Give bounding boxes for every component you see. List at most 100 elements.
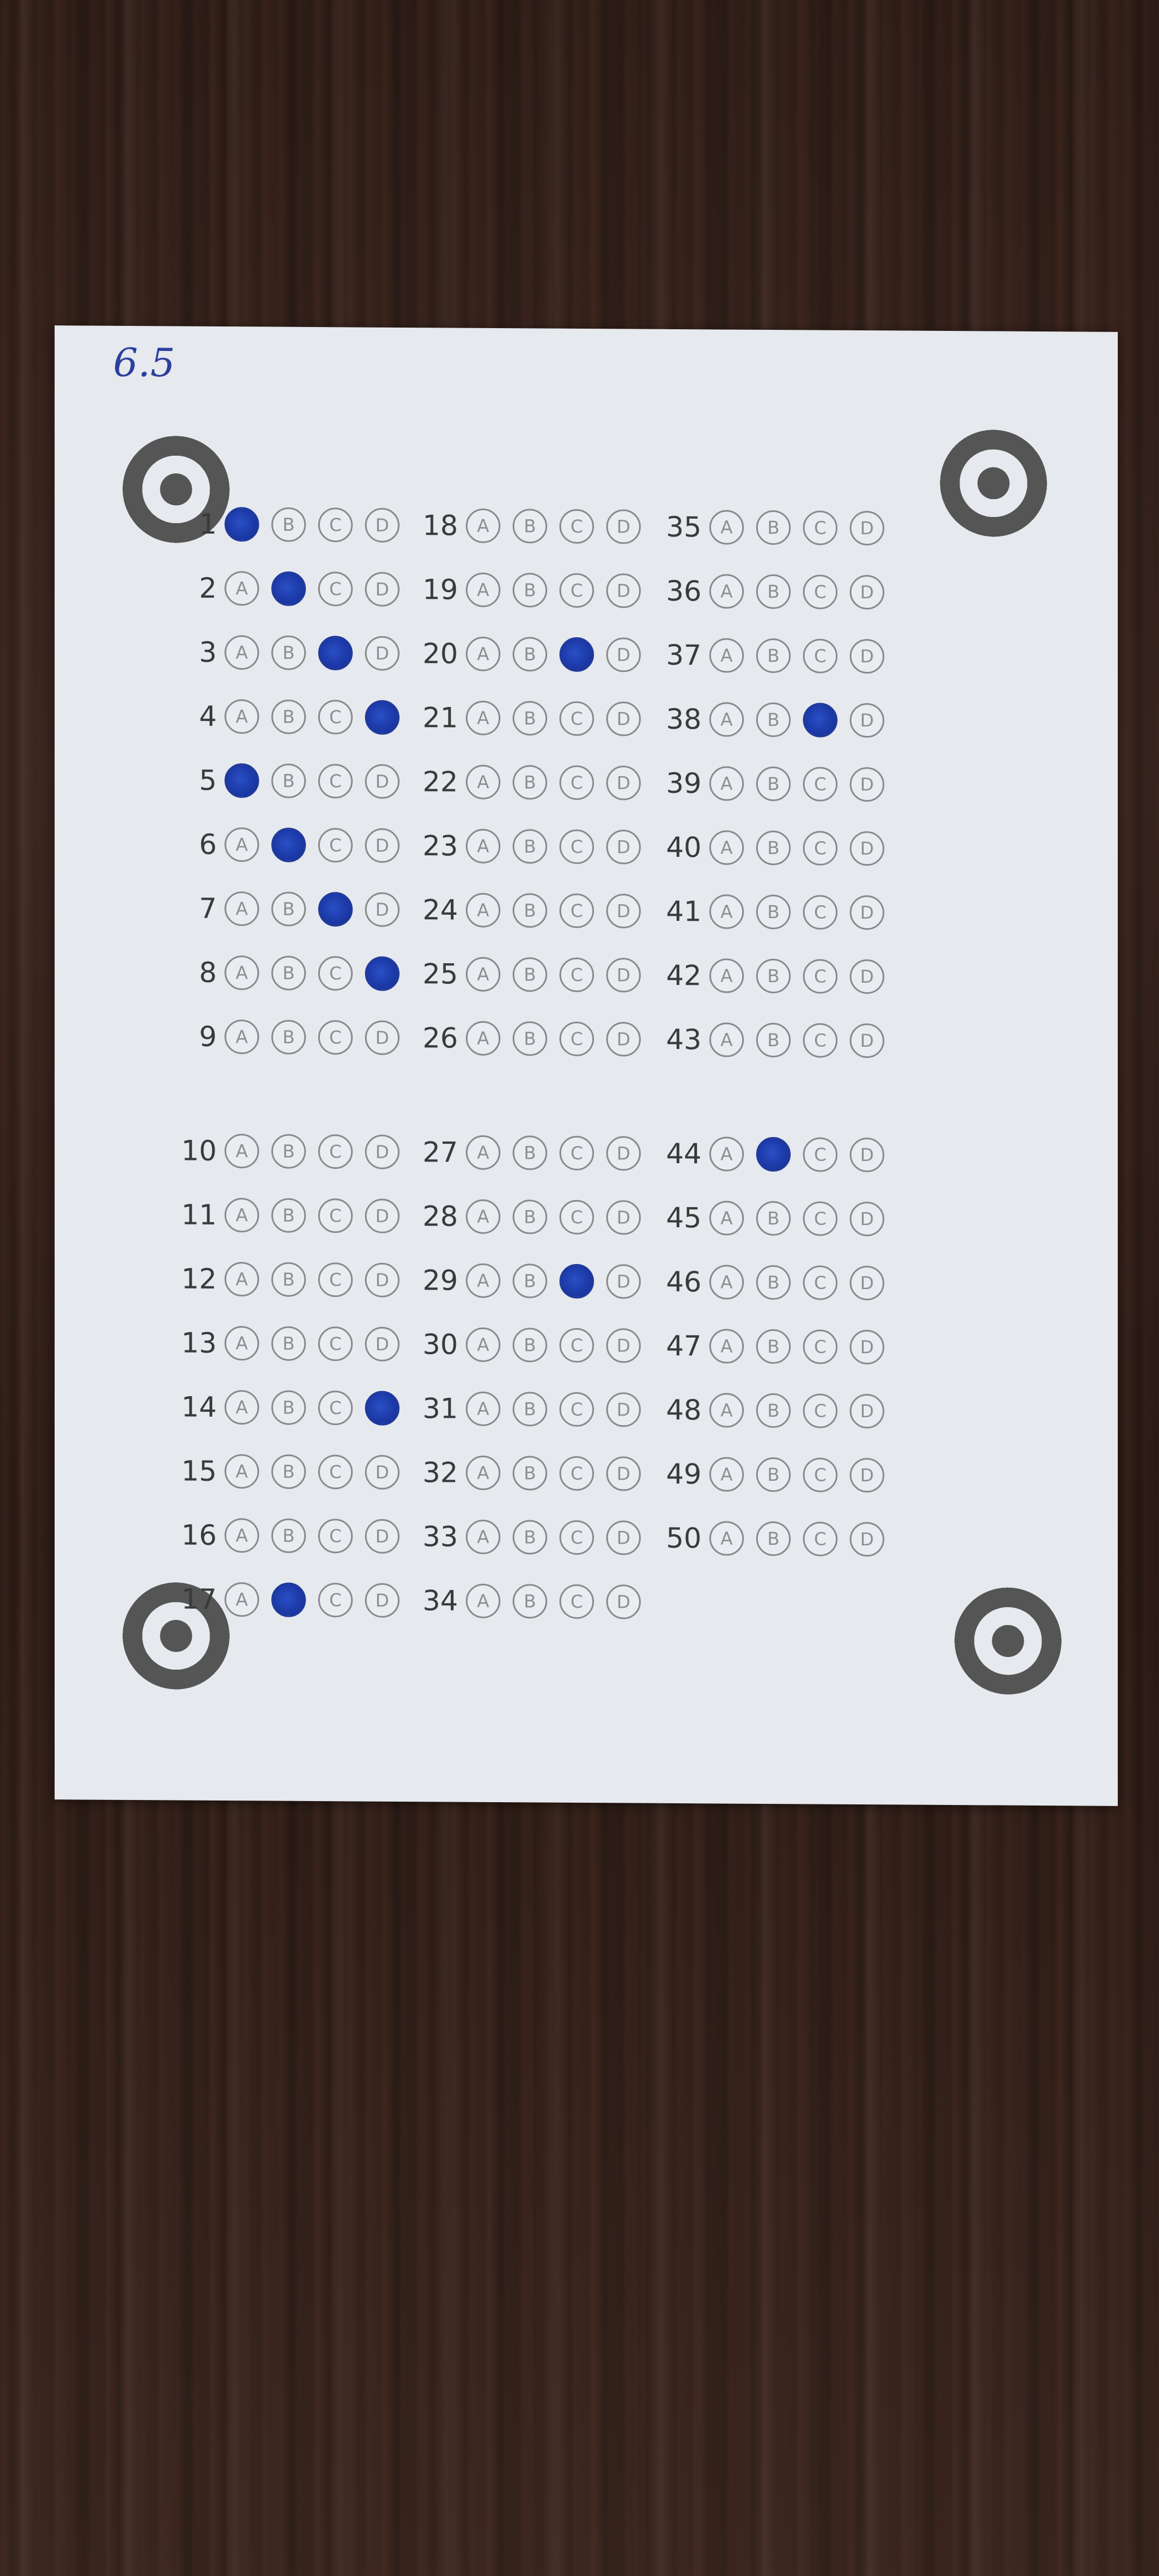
answer-bubble-d[interactable]: D bbox=[850, 831, 884, 866]
answer-bubble-d[interactable]: D bbox=[850, 1265, 884, 1301]
answer-bubble-a[interactable]: A bbox=[466, 572, 500, 608]
answer-bubble-a[interactable]: A bbox=[466, 1455, 500, 1491]
answer-bubble-a[interactable]: A bbox=[466, 828, 500, 864]
answer-bubble-b[interactable]: B bbox=[756, 1136, 791, 1172]
answer-bubble-b[interactable]: B bbox=[756, 574, 791, 609]
answer-bubble-c[interactable]: C bbox=[318, 1391, 353, 1426]
answer-bubble-b[interactable]: B bbox=[271, 1262, 306, 1297]
answer-bubble-a[interactable]: A bbox=[709, 1457, 744, 1492]
answer-bubble-d[interactable]: D bbox=[365, 1583, 400, 1618]
answer-bubble-a[interactable]: A bbox=[225, 507, 259, 542]
answer-bubble-c[interactable]: C bbox=[559, 637, 594, 672]
answer-bubble-c[interactable]: C bbox=[559, 957, 594, 993]
answer-bubble-c[interactable]: C bbox=[559, 765, 594, 801]
answer-bubble-a[interactable]: A bbox=[466, 1583, 500, 1619]
answer-bubble-d[interactable]: D bbox=[365, 1198, 400, 1233]
answer-bubble-c[interactable]: C bbox=[803, 574, 837, 609]
answer-bubble-b[interactable]: B bbox=[756, 958, 791, 994]
answer-bubble-c[interactable]: C bbox=[318, 1020, 353, 1055]
answer-bubble-d[interactable]: D bbox=[365, 764, 400, 799]
answer-bubble-a[interactable]: A bbox=[466, 1135, 500, 1170]
answer-bubble-c[interactable]: C bbox=[318, 1262, 353, 1297]
answer-bubble-b[interactable]: B bbox=[756, 1329, 791, 1364]
answer-bubble-a[interactable]: A bbox=[225, 571, 259, 606]
answer-bubble-c[interactable]: C bbox=[803, 1521, 837, 1557]
answer-bubble-a[interactable]: A bbox=[709, 638, 744, 673]
answer-bubble-c[interactable]: C bbox=[318, 700, 353, 735]
answer-bubble-d[interactable]: D bbox=[606, 894, 641, 929]
answer-bubble-b[interactable]: B bbox=[756, 1265, 791, 1300]
answer-bubble-b[interactable]: B bbox=[513, 893, 547, 928]
answer-bubble-a[interactable]: A bbox=[225, 1198, 259, 1233]
answer-bubble-c[interactable]: C bbox=[559, 1135, 594, 1171]
answer-bubble-a[interactable]: A bbox=[225, 1582, 259, 1617]
answer-bubble-b[interactable]: B bbox=[271, 1134, 306, 1169]
answer-bubble-b[interactable]: B bbox=[513, 509, 547, 544]
answer-bubble-b[interactable]: B bbox=[513, 1199, 547, 1235]
answer-bubble-d[interactable]: D bbox=[365, 1262, 400, 1297]
answer-bubble-d[interactable]: D bbox=[850, 895, 884, 930]
answer-bubble-d[interactable]: D bbox=[365, 828, 400, 863]
answer-bubble-d[interactable]: D bbox=[606, 958, 641, 993]
answer-bubble-a[interactable]: A bbox=[466, 1021, 500, 1056]
answer-bubble-a[interactable]: A bbox=[225, 763, 259, 798]
answer-bubble-a[interactable]: A bbox=[466, 1199, 500, 1235]
answer-bubble-c[interactable]: C bbox=[803, 959, 837, 994]
answer-bubble-d[interactable]: D bbox=[850, 638, 884, 674]
answer-bubble-d[interactable]: D bbox=[606, 830, 641, 865]
answer-bubble-d[interactable]: D bbox=[365, 508, 400, 543]
answer-bubble-a[interactable]: A bbox=[709, 830, 744, 865]
answer-bubble-c[interactable]: C bbox=[803, 1393, 837, 1428]
answer-bubble-b[interactable]: B bbox=[271, 1198, 306, 1233]
answer-bubble-a[interactable]: A bbox=[225, 827, 259, 862]
answer-bubble-a[interactable]: A bbox=[709, 1201, 744, 1236]
answer-bubble-b[interactable]: B bbox=[513, 1392, 547, 1427]
answer-bubble-d[interactable]: D bbox=[365, 1391, 400, 1426]
answer-bubble-b[interactable]: B bbox=[271, 1582, 306, 1617]
answer-bubble-d[interactable]: D bbox=[606, 1584, 641, 1619]
answer-bubble-a[interactable]: A bbox=[466, 1327, 500, 1363]
answer-bubble-a[interactable]: A bbox=[225, 1390, 259, 1425]
answer-bubble-a[interactable]: A bbox=[225, 1134, 259, 1169]
answer-bubble-d[interactable]: D bbox=[850, 1201, 884, 1237]
answer-bubble-a[interactable]: A bbox=[466, 700, 500, 736]
answer-bubble-c[interactable]: C bbox=[559, 1520, 594, 1555]
answer-bubble-a[interactable]: A bbox=[466, 508, 500, 544]
answer-bubble-b[interactable]: B bbox=[271, 1390, 306, 1425]
answer-bubble-c[interactable]: C bbox=[318, 828, 353, 863]
answer-bubble-c[interactable]: C bbox=[318, 764, 353, 799]
answer-bubble-d[interactable]: D bbox=[365, 892, 400, 927]
answer-bubble-d[interactable]: D bbox=[365, 700, 400, 735]
answer-bubble-c[interactable]: C bbox=[318, 1519, 353, 1554]
answer-bubble-a[interactable]: A bbox=[225, 1326, 259, 1361]
answer-bubble-c[interactable]: C bbox=[559, 1456, 594, 1491]
answer-bubble-a[interactable]: A bbox=[225, 891, 259, 926]
answer-bubble-a[interactable]: A bbox=[466, 1391, 500, 1427]
answer-bubble-a[interactable]: A bbox=[225, 1262, 259, 1297]
answer-bubble-d[interactable]: D bbox=[850, 959, 884, 994]
answer-bubble-c[interactable]: C bbox=[318, 1583, 353, 1618]
answer-bubble-a[interactable]: A bbox=[466, 636, 500, 672]
answer-bubble-b[interactable]: B bbox=[271, 699, 306, 734]
answer-bubble-a[interactable]: A bbox=[709, 1022, 744, 1057]
answer-bubble-c[interactable]: C bbox=[559, 701, 594, 736]
answer-bubble-a[interactable]: A bbox=[709, 1521, 744, 1556]
answer-bubble-c[interactable]: C bbox=[559, 1328, 594, 1363]
answer-bubble-c[interactable]: C bbox=[803, 1457, 837, 1492]
answer-bubble-b[interactable]: B bbox=[271, 763, 306, 798]
answer-bubble-c[interactable]: C bbox=[318, 956, 353, 991]
answer-bubble-b[interactable]: B bbox=[513, 1328, 547, 1363]
answer-bubble-b[interactable]: B bbox=[513, 765, 547, 800]
answer-bubble-c[interactable]: C bbox=[559, 1584, 594, 1619]
answer-bubble-c[interactable]: C bbox=[803, 510, 837, 545]
answer-bubble-b[interactable]: B bbox=[271, 1454, 306, 1489]
answer-bubble-a[interactable]: A bbox=[225, 635, 259, 670]
answer-bubble-d[interactable]: D bbox=[365, 1326, 400, 1362]
answer-bubble-d[interactable]: D bbox=[606, 1136, 641, 1171]
answer-bubble-d[interactable]: D bbox=[365, 956, 400, 991]
answer-bubble-b[interactable]: B bbox=[756, 766, 791, 802]
answer-bubble-c[interactable]: C bbox=[318, 1198, 353, 1233]
answer-bubble-b[interactable]: B bbox=[513, 1135, 547, 1170]
answer-bubble-b[interactable]: B bbox=[756, 510, 791, 545]
answer-bubble-d[interactable]: D bbox=[606, 637, 641, 672]
